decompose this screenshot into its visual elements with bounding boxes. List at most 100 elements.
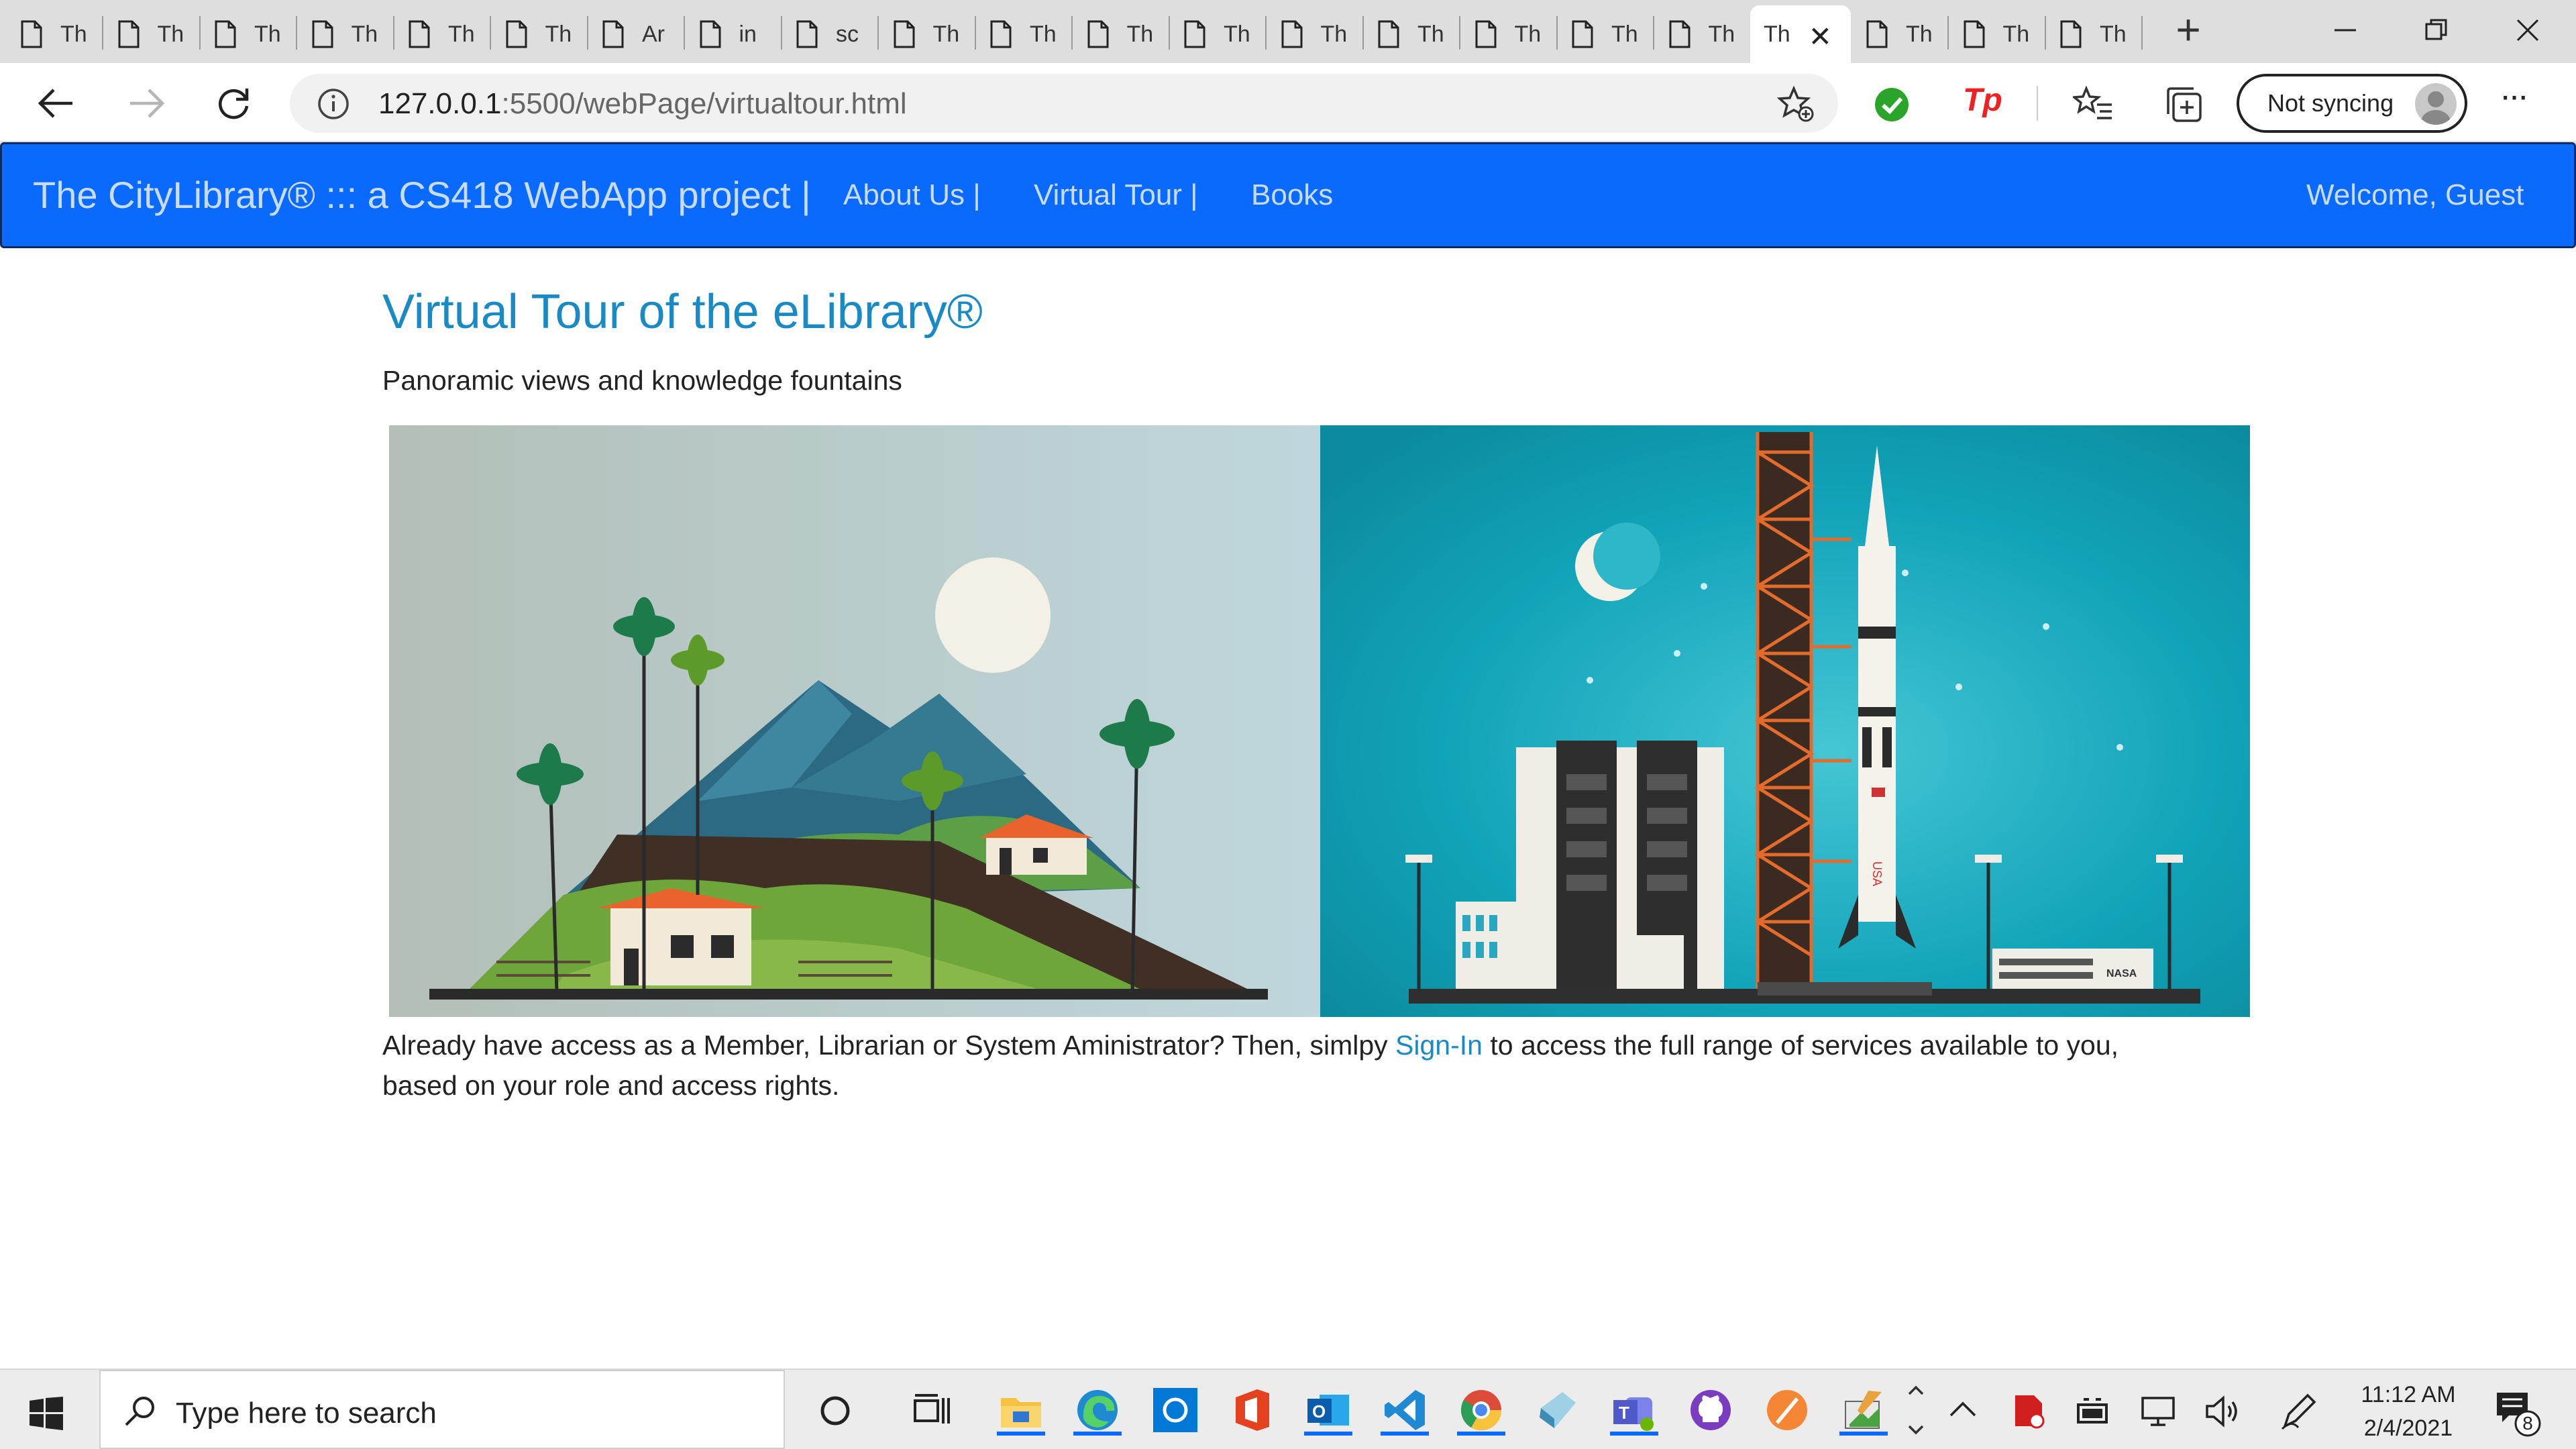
vscode-icon[interactable]	[1379, 1385, 1430, 1436]
browser-tab[interactable]: Th	[1556, 5, 1654, 63]
rocket-usa-label: USA	[1870, 861, 1884, 886]
tab-strip: Th Th Th Th Th Th Ar in sc Th Th Th Th Th Th Th Th Th Th ✕ T…	[0, 0, 2576, 63]
forward-icon[interactable]	[127, 86, 165, 121]
tab-title: Th	[351, 21, 378, 47]
cortana-app-icon[interactable]	[1150, 1385, 1201, 1436]
new-tab-button[interactable]: +	[2168, 8, 2208, 54]
collections-icon[interactable]	[2164, 85, 2204, 123]
restore-button[interactable]	[2396, 7, 2477, 54]
battery-icon[interactable]	[2074, 1395, 2112, 1428]
close-tab-icon[interactable]: ✕	[1809, 20, 1832, 53]
sign-in-paragraph: Already have access as a Member, Librari…	[382, 1025, 2194, 1106]
page-title: Virtual Tour of the eLibrary®	[382, 285, 983, 339]
browser-tab[interactable]: Th	[1654, 5, 1752, 63]
browser-tab[interactable]: Th	[975, 5, 1073, 63]
nav-link-about-us[interactable]: About Us |	[843, 144, 981, 246]
browser-tab[interactable]: Th	[490, 5, 588, 63]
browser-tab[interactable]: Th	[2045, 5, 2143, 63]
browser-tab[interactable]: Th	[1169, 5, 1267, 63]
page-icon	[1378, 20, 1399, 48]
browser-tab[interactable]: Th	[1948, 5, 2046, 63]
running-indicator	[1073, 1432, 1122, 1436]
info-icon[interactable]	[317, 87, 350, 121]
page-icon	[1964, 20, 1984, 48]
browser-tab[interactable]: Th	[103, 5, 201, 63]
browser-tab[interactable]: Th	[1851, 5, 1949, 63]
network-icon[interactable]	[2140, 1395, 2179, 1428]
show-hidden-icons-icon[interactable]	[1948, 1399, 1978, 1419]
action-center-button[interactable]: 8	[2493, 1389, 2544, 1440]
extension-tp-icon[interactable]: Tp	[1963, 82, 2006, 125]
page-icon	[700, 20, 720, 48]
favorites-icon[interactable]	[2073, 85, 2113, 122]
teams-icon[interactable]: T	[1609, 1385, 1660, 1436]
close-window-button[interactable]	[2487, 7, 2568, 54]
pen-icon[interactable]	[2278, 1393, 2318, 1430]
tab-title: in	[739, 21, 757, 47]
tab-title: Th	[1764, 21, 1790, 47]
nav-link-virtual-tour[interactable]: Virtual Tour |	[1034, 144, 1198, 246]
taskbar-search-box[interactable]: Type here to search	[99, 1370, 785, 1449]
edge-browser-icon[interactable]	[1072, 1385, 1123, 1436]
tray-app-icon[interactable]	[2010, 1393, 2046, 1429]
url-text[interactable]: 127.0.0.1:5500/webPage/virtualtour.html	[378, 87, 907, 121]
tab-title: Th	[1906, 21, 1933, 47]
add-favorite-icon[interactable]	[1776, 86, 1815, 123]
outlook-icon[interactable]: O	[1303, 1385, 1354, 1436]
sign-in-link[interactable]: Sign-In	[1395, 1030, 1483, 1061]
windows-start-icon[interactable]	[30, 1397, 63, 1430]
brand-link[interactable]: The CityLibrary® ::: a CS418 WebApp proj…	[33, 144, 811, 246]
task-view-icon[interactable]	[914, 1394, 951, 1428]
app-orange-icon[interactable]	[1762, 1385, 1813, 1436]
file-explorer-icon[interactable]	[996, 1385, 1046, 1436]
nav-link-books[interactable]: Books	[1251, 144, 1333, 246]
page-icon	[118, 20, 139, 48]
settings-more-button[interactable]: ···	[2500, 78, 2553, 119]
toolbar-divider	[2037, 86, 2038, 121]
refresh-icon[interactable]	[215, 85, 252, 122]
paragraph-text-before: Already have access as a Member, Librari…	[382, 1030, 1396, 1061]
browser-tab[interactable]: Th	[297, 5, 394, 63]
tab-title: Th	[60, 21, 87, 47]
tab-title: Th	[1030, 21, 1057, 47]
browser-toolbar: 127.0.0.1:5500/webPage/virtualtour.html …	[0, 63, 2576, 142]
page-icon	[21, 20, 42, 48]
office-icon[interactable]	[1226, 1385, 1277, 1436]
back-icon[interactable]	[38, 86, 75, 121]
browser-tab[interactable]: Th	[199, 5, 297, 63]
extension-check-icon[interactable]	[1873, 86, 1911, 123]
cortana-icon[interactable]	[818, 1394, 852, 1428]
taskbar-clock[interactable]: 11:12 AM 2/4/2021	[2334, 1378, 2482, 1445]
minimize-button[interactable]	[2305, 7, 2385, 54]
taskbar-scroll-icon[interactable]	[1904, 1379, 1928, 1441]
page-icon	[506, 20, 527, 48]
tab-title: Th	[932, 21, 960, 47]
browser-tab[interactable]: Th	[393, 5, 491, 63]
chrome-icon[interactable]	[1456, 1385, 1507, 1436]
address-bar[interactable]: 127.0.0.1:5500/webPage/virtualtour.html	[290, 74, 1838, 133]
tab-title: Th	[1708, 21, 1735, 47]
page-icon	[796, 20, 818, 48]
browser-tab[interactable]: Th	[1460, 5, 1558, 63]
browser-tab[interactable]: Th	[5, 5, 103, 63]
page-icon	[1475, 20, 1496, 48]
running-indicator	[1304, 1432, 1352, 1436]
browser-tab[interactable]: in	[684, 5, 782, 63]
tab-separator	[2141, 16, 2143, 50]
profile-sync-button[interactable]: Not syncing	[2237, 74, 2467, 133]
page-icon	[1572, 20, 1593, 48]
browser-tab[interactable]: Th	[1072, 5, 1170, 63]
tab-title: Th	[254, 21, 281, 47]
github-icon[interactable]	[1685, 1385, 1736, 1436]
notification-count: 8	[2522, 1413, 2533, 1434]
volume-icon[interactable]	[2204, 1395, 2243, 1428]
app-icon[interactable]	[1532, 1385, 1583, 1436]
browser-tab[interactable]: sc	[781, 5, 879, 63]
browser-tab[interactable]: Ar	[587, 5, 685, 63]
page-icon	[894, 20, 914, 48]
browser-tab[interactable]: Th	[1266, 5, 1364, 63]
browser-tab[interactable]: Th	[878, 5, 976, 63]
browser-tab[interactable]: Th	[1362, 5, 1460, 63]
browser-tab[interactable]: Th ✕	[1750, 5, 1851, 63]
paint-app-icon[interactable]	[1838, 1385, 1889, 1436]
